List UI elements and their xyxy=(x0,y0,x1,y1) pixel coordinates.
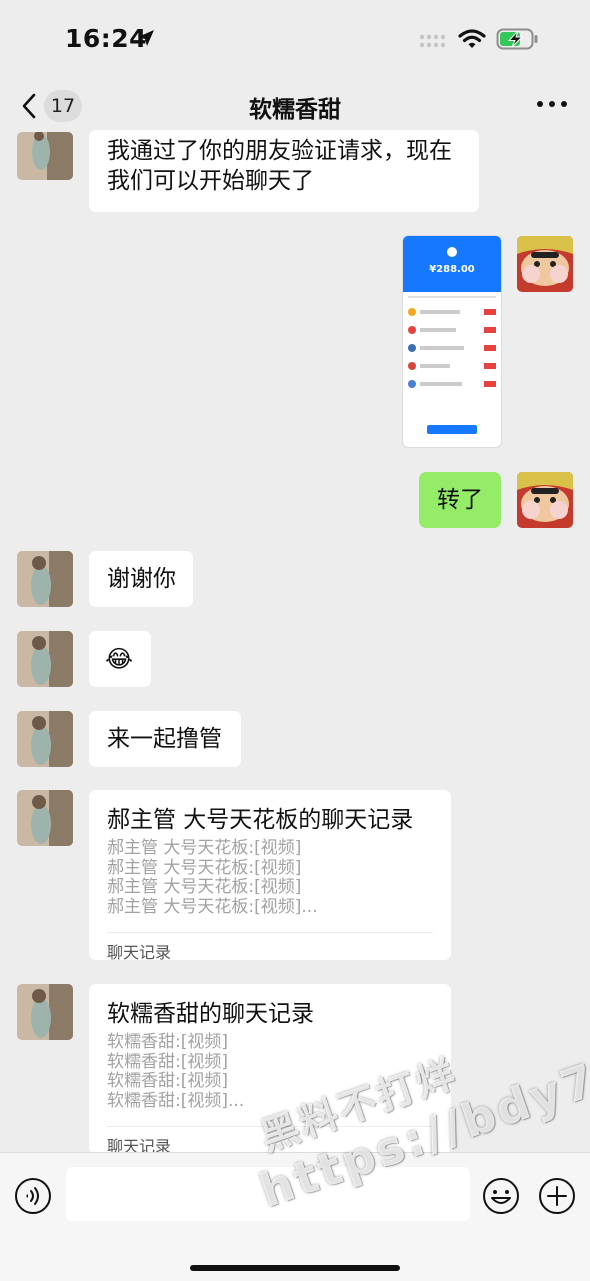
emoji-icon[interactable] xyxy=(482,1177,520,1215)
message-text: 来一起撸管 xyxy=(107,726,222,752)
chat-history-line: 郝主管 大号天花板:[视频] xyxy=(107,838,302,858)
location-arrow-icon xyxy=(138,30,154,46)
payment-list-row xyxy=(408,326,496,335)
chat-title: 软糯香甜 xyxy=(249,97,341,123)
contact-avatar[interactable] xyxy=(17,711,73,767)
message-text: 谢谢你 xyxy=(107,566,176,592)
chat-history-preview: 郝主管 大号天花板:[视频] 郝主管 大号天花板:[视频] 郝主管 大号天花板:… xyxy=(107,838,318,917)
received-message-bubble[interactable]: 我通过了你的朋友验证请求，现在 我们可以开始聊天了 xyxy=(89,130,479,212)
home-indicator xyxy=(190,1265,400,1271)
payment-header: ¥288.00 xyxy=(403,236,501,292)
message-input-bar xyxy=(0,1152,590,1281)
chat-history-card[interactable]: 软糯香甜的聊天记录 软糯香甜:[视频] 软糯香甜:[视频] 软糯香甜:[视频] … xyxy=(89,984,451,1156)
wifi-icon xyxy=(458,29,486,48)
status-time: 16:24 xyxy=(65,24,148,53)
chat-history-line: 郝主管 大号天花板:[视频] xyxy=(107,857,302,878)
payment-list-row xyxy=(408,362,496,371)
payment-list-row xyxy=(408,308,496,317)
chat-history-label: 聊天记录 xyxy=(107,943,172,962)
contact-avatar[interactable] xyxy=(17,790,73,846)
message-text: 转了 xyxy=(437,487,483,513)
contact-avatar[interactable] xyxy=(17,984,73,1040)
battery-charging-icon xyxy=(496,28,538,50)
card-divider xyxy=(107,932,433,933)
voice-input-icon[interactable] xyxy=(14,1177,52,1215)
chat-history-title: 郝主管 大号天花板的聊天记录 xyxy=(107,807,414,833)
my-avatar[interactable] xyxy=(517,236,573,292)
contact-avatar[interactable] xyxy=(17,551,73,607)
tears-of-joy-emoji: 😂 xyxy=(105,645,134,673)
status-bar: 16:24 xyxy=(0,0,590,80)
contact-avatar[interactable] xyxy=(17,132,73,180)
chat-history-line: 软糯香甜:[视频] xyxy=(107,1051,228,1072)
payment-done-button xyxy=(427,425,477,434)
chat-history-line: 郝主管 大号天花板:[视频] xyxy=(107,877,302,897)
chat-history-card[interactable]: 郝主管 大号天花板的聊天记录 郝主管 大号天花板:[视频] 郝主管 大号天花板:… xyxy=(89,790,451,962)
chat-history-line: 软糯香甜:[视频] xyxy=(107,1071,228,1091)
payment-list-row xyxy=(408,344,496,353)
received-message-bubble[interactable]: 😂 xyxy=(89,631,151,687)
chat-history-line: 软糯香甜:[视频]... xyxy=(107,1090,245,1111)
sent-message-bubble[interactable]: 转了 xyxy=(419,472,501,528)
my-avatar[interactable] xyxy=(517,472,573,528)
more-options-icon[interactable] xyxy=(534,94,570,114)
payment-screenshot-image[interactable]: ¥288.00 xyxy=(403,236,501,447)
message-input[interactable] xyxy=(66,1167,470,1221)
plus-icon[interactable] xyxy=(538,1177,576,1215)
chat-history-title: 软糯香甜的聊天记录 xyxy=(107,1001,314,1027)
chat-history-preview: 软糯香甜:[视频] 软糯香甜:[视频] 软糯香甜:[视频] 软糯香甜:[视频].… xyxy=(107,1032,245,1111)
chat-history-line: 软糯香甜:[视频] xyxy=(107,1032,228,1052)
payment-amount: ¥288.00 xyxy=(429,264,475,275)
card-divider xyxy=(107,1126,433,1127)
received-message-bubble[interactable]: 谢谢你 xyxy=(89,551,193,607)
chat-history-line: 郝主管 大号天花板:[视频]... xyxy=(107,896,318,917)
received-message-bubble[interactable]: 来一起撸管 xyxy=(89,711,241,767)
message-text: 我通过了你的朋友验证请求，现在 我们可以开始聊天了 xyxy=(107,138,452,194)
signal-icon xyxy=(419,34,446,48)
chat-header: 17 软糯香甜 xyxy=(0,80,590,132)
contact-avatar[interactable] xyxy=(17,631,73,687)
payment-list-row xyxy=(408,380,496,389)
